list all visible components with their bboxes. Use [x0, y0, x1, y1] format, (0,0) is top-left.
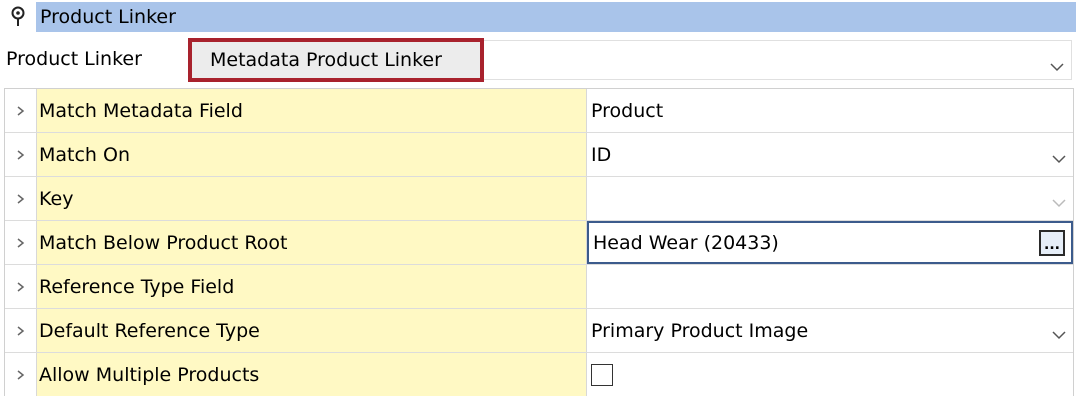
- property-value-text: Product: [591, 99, 664, 122]
- property-value: [587, 353, 1073, 396]
- property-row-match-on: Match On ID: [5, 133, 1073, 177]
- property-grid: Match Metadata Field Product Match On ID…: [4, 88, 1074, 396]
- expand-arrow-icon[interactable]: [5, 309, 37, 352]
- property-value: Product: [587, 89, 1073, 132]
- property-value-text: Primary Product Image: [591, 319, 809, 342]
- property-value[interactable]: [587, 265, 1073, 308]
- property-row-default-reference-type: Default Reference Type Primary Product I…: [5, 309, 1073, 353]
- property-name: Match Metadata Field: [37, 89, 587, 132]
- expand-arrow-icon[interactable]: [5, 177, 37, 220]
- expand-arrow-icon[interactable]: [5, 265, 37, 308]
- property-value-text: ID: [591, 143, 612, 166]
- expand-arrow-icon[interactable]: [5, 353, 37, 396]
- product-root-field[interactable]: Head Wear (20433) ...: [587, 221, 1073, 264]
- expand-arrow-icon[interactable]: [5, 133, 37, 176]
- expand-arrow-icon[interactable]: [5, 89, 37, 132]
- chevron-down-icon[interactable]: [1051, 191, 1067, 213]
- chevron-down-icon[interactable]: [1051, 323, 1067, 345]
- property-row-reference-type-field: Reference Type Field: [5, 265, 1073, 309]
- property-value-text: Head Wear (20433): [593, 231, 779, 254]
- property-name: Allow Multiple Products: [37, 353, 587, 396]
- match-on-dropdown[interactable]: ID: [587, 133, 1073, 176]
- property-name: Match On: [37, 133, 587, 176]
- property-row-key: Key: [5, 177, 1073, 221]
- property-name: Reference Type Field: [37, 265, 587, 308]
- browse-button[interactable]: ...: [1039, 230, 1065, 256]
- pin-icon[interactable]: [0, 0, 36, 34]
- property-row-allow-multiple-products: Allow Multiple Products: [5, 353, 1073, 396]
- expand-arrow-icon[interactable]: [5, 221, 37, 264]
- allow-multiple-products-checkbox[interactable]: [591, 364, 613, 386]
- section-header: Product Linker: [0, 0, 1076, 34]
- chevron-down-icon[interactable]: [1051, 147, 1067, 169]
- product-linker-row: Product Linker Metadata Product Linker: [0, 38, 1076, 82]
- product-linker-value[interactable]: Metadata Product Linker: [188, 38, 484, 82]
- chevron-down-icon[interactable]: [1049, 55, 1065, 77]
- key-dropdown[interactable]: [587, 177, 1073, 220]
- property-name: Key: [37, 177, 587, 220]
- property-name: Default Reference Type: [37, 309, 587, 352]
- default-reference-type-dropdown[interactable]: Primary Product Image: [587, 309, 1073, 352]
- property-name: Match Below Product Root: [37, 221, 587, 264]
- property-row-match-below-product-root: Match Below Product Root Head Wear (2043…: [5, 221, 1073, 265]
- product-linker-label: Product Linker: [6, 48, 142, 70]
- section-title: Product Linker: [36, 2, 1076, 32]
- property-row-match-metadata-field: Match Metadata Field Product: [5, 89, 1073, 133]
